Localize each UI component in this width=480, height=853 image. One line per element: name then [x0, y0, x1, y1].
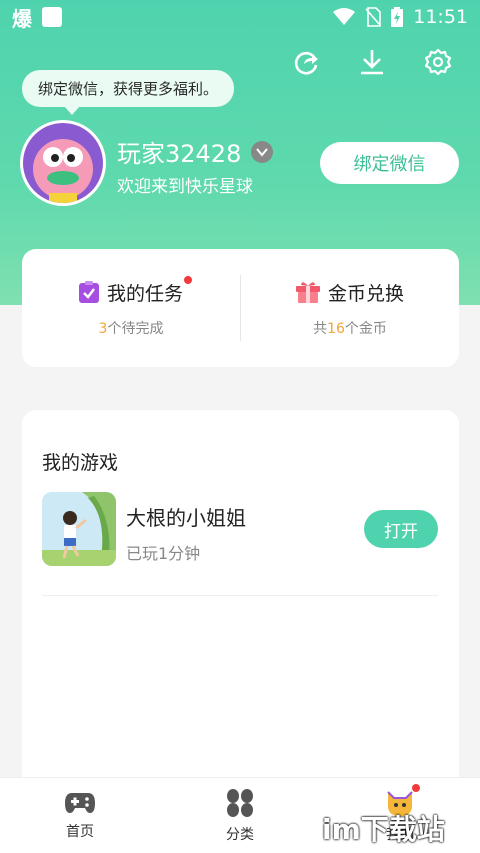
task-checklist-icon	[78, 281, 99, 303]
my-games-title: 我的游戏	[42, 452, 119, 474]
share-icon	[294, 51, 318, 75]
share-button[interactable]	[290, 46, 322, 78]
coin-suffix: 个金币	[344, 320, 387, 337]
avatar-character-icon	[23, 123, 103, 203]
username-row: 玩家32428	[117, 134, 274, 169]
download-icon	[361, 50, 383, 75]
header-actions	[290, 46, 454, 78]
gift-icon	[295, 282, 320, 303]
settings-button[interactable]	[422, 46, 454, 78]
pending-task-suffix: 个待完成	[107, 320, 164, 337]
download-button[interactable]	[356, 46, 388, 78]
my-tasks-subtitle: 3个待完成	[99, 318, 164, 338]
nav-label-category: 分类	[226, 826, 254, 843]
tasks-card: 我的任务 3个待完成 金币兑换 共16个金币	[22, 249, 459, 367]
notification-icon	[42, 7, 62, 27]
battery-icon	[391, 7, 404, 27]
coin-exchange-title: 金币兑换	[327, 282, 404, 305]
no-sim-icon	[365, 7, 382, 27]
bind-wechat-tooltip: 绑定微信，获得更多福利。	[22, 70, 235, 115]
new-task-dot	[184, 275, 192, 284]
my-games-card: 我的游戏 大根的小姐姐 已玩1分钟 打开	[22, 410, 459, 810]
profile-notification-dot	[412, 784, 420, 792]
wifi-icon	[333, 8, 356, 25]
coin-exchange-entry[interactable]: 金币兑换 共16个金币	[241, 279, 459, 338]
nav-item-home[interactable]: 首页	[0, 778, 160, 853]
status-app-glyph: 爆	[12, 6, 32, 31]
coin-prefix: 共	[313, 320, 328, 337]
nav-item-category[interactable]: 分类	[160, 778, 320, 853]
status-bar: 爆 11:51	[0, 0, 480, 34]
nav-label-home: 首页	[66, 823, 94, 840]
category-icon	[227, 788, 253, 817]
coin-count: 16	[327, 320, 345, 337]
watermark-text: im下载站	[322, 813, 445, 846]
my-tasks-entry[interactable]: 我的任务 3个待完成	[22, 275, 240, 338]
status-time: 11:51	[413, 6, 468, 28]
game-cover-image-icon	[42, 492, 116, 566]
gamepad-icon	[65, 792, 95, 813]
avatar[interactable]	[20, 120, 106, 206]
game-name: 大根的小姐姐	[126, 506, 246, 530]
my-tasks-title: 我的任务	[106, 282, 183, 305]
welcome-text: 欢迎来到快乐星球	[117, 177, 253, 197]
bind-wechat-button[interactable]: 绑定微信	[320, 142, 459, 184]
username: 玩家32428	[117, 140, 242, 168]
open-game-button[interactable]: 打开	[364, 510, 438, 548]
vip-badge-icon[interactable]	[251, 140, 274, 163]
coin-exchange-subtitle: 共16个金币	[313, 318, 387, 338]
game-row[interactable]: 大根的小姐姐 已玩1分钟 打开	[42, 492, 438, 596]
game-play-time: 已玩1分钟	[126, 544, 201, 563]
settings-icon	[424, 48, 452, 76]
game-thumbnail[interactable]	[42, 492, 116, 566]
